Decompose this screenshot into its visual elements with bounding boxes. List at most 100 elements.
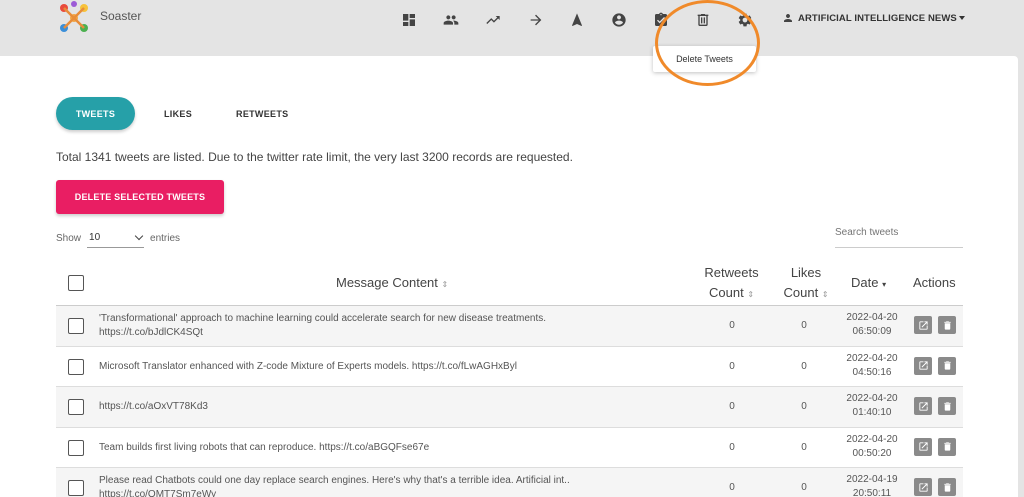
retweets-header-line1: Retweets [704, 265, 759, 280]
sort-desc-icon: ▾ [882, 280, 887, 289]
date-cell: 2022-04-19 20:50:11 [836, 473, 908, 497]
message-text: 'Transformational' approach to machine l… [99, 313, 547, 324]
dashboard-icon[interactable] [400, 11, 418, 29]
table-row: Microsoft Translator enhanced with Z-cod… [56, 347, 963, 387]
delete-row-icon[interactable] [938, 437, 956, 456]
person-icon [784, 14, 792, 22]
table-row: Please read Chatbots could one day repla… [56, 468, 963, 497]
trending-up-icon[interactable] [484, 11, 502, 29]
main-card: TWEETS LIKES RETWEETS Total 1341 tweets … [0, 56, 1018, 497]
sort-icon: ⇕ [821, 290, 829, 299]
message-cell: Microsoft Translator enhanced with Z-cod… [99, 360, 659, 374]
tweets-table: Message Content ⇕ Retweets Count ⇕ Likes… [56, 259, 963, 497]
date-header[interactable]: Date ▾ [851, 273, 886, 295]
open-external-icon[interactable] [914, 397, 932, 415]
date-cell: 2022-04-20 00:50:20 [836, 433, 908, 461]
likes-count: 0 [801, 360, 807, 372]
likes-count: 0 [801, 441, 807, 453]
message-text: Please read Chatbots could one day repla… [99, 475, 570, 486]
retweets-count: 0 [729, 401, 735, 412]
brand-name: Soaster [100, 9, 142, 23]
date-cell: 2022-04-20 04:50:16 [836, 352, 908, 380]
date-time: 20:50:11 [852, 488, 892, 497]
date-time: 04:50:16 [852, 366, 892, 378]
table-row: Team builds first living robots that can… [56, 428, 963, 468]
table-row: https://t.co/aOxVT78Kd3 0 0 2022-04-20 0… [56, 387, 963, 428]
row-checkbox[interactable] [68, 318, 84, 334]
navigation-icon[interactable] [568, 11, 586, 29]
open-external-icon[interactable] [914, 437, 932, 456]
date-day: 2022-04-20 [846, 433, 898, 445]
likes-header[interactable]: Likes Count ⇕ [781, 263, 831, 305]
sort-icon: ⇕ [441, 280, 449, 289]
show-label: Show [56, 232, 82, 244]
date-time: 00:50:20 [852, 447, 892, 459]
tab-retweets[interactable]: RETWEETS [236, 109, 288, 119]
row-checkbox[interactable] [68, 399, 84, 415]
entries-label: entries [150, 232, 181, 244]
message-header[interactable]: Message Content ⇕ [336, 273, 448, 295]
open-external-icon[interactable] [914, 356, 932, 375]
retweets-count: 0 [729, 320, 735, 331]
likes-count: 0 [801, 401, 807, 412]
message-cell: Team builds first living robots that can… [99, 441, 659, 455]
length-menu: Show 10 entries [56, 228, 180, 248]
message-header-label: Message Content [336, 275, 438, 290]
likes-count: 0 [801, 320, 807, 331]
likes-header-line2: Count [783, 285, 819, 300]
likes-count: 0 [801, 482, 807, 493]
message-cell: 'Transformational' approach to machine l… [99, 312, 659, 340]
delete-row-icon[interactable] [938, 356, 956, 375]
tweets-summary: Total 1341 tweets are listed. Due to the… [56, 150, 573, 164]
tab-tweets[interactable]: TWEETS [56, 97, 135, 130]
row-checkbox[interactable] [68, 439, 84, 456]
tab-likes[interactable]: LIKES [164, 109, 192, 119]
arrow-forward-icon[interactable] [527, 11, 545, 29]
entries-select[interactable]: 10 [87, 228, 145, 248]
account-label: ARTIFICIAL INTELLIGENCE NEWS [798, 12, 957, 24]
retweets-count: 0 [729, 360, 735, 372]
tab-bar: TWEETS LIKES RETWEETS [56, 97, 288, 130]
date-day: 2022-04-20 [846, 352, 898, 364]
highlight-circle [655, 0, 760, 86]
message-cell: https://t.co/aOxVT78Kd3 [99, 400, 659, 414]
caret-down-icon [958, 16, 965, 20]
row-checkbox[interactable] [68, 358, 84, 375]
open-external-icon[interactable] [914, 316, 932, 334]
select-all-checkbox[interactable] [68, 275, 84, 291]
delete-row-icon[interactable] [938, 397, 956, 415]
retweets-count: 0 [729, 482, 735, 493]
retweets-header-line2: Count [708, 285, 744, 300]
actions-header: Actions [913, 275, 956, 290]
soaster-logo[interactable] [56, 1, 92, 35]
likes-header-line1: Likes [790, 265, 822, 280]
chevron-down-icon [134, 231, 144, 241]
message-link[interactable]: https://t.co/OMT7Sm7eWy [99, 488, 659, 497]
search-input[interactable] [835, 227, 963, 238]
people-icon[interactable] [442, 11, 460, 29]
search-box [835, 227, 963, 248]
account-circle-icon[interactable] [610, 11, 628, 29]
account-menu[interactable]: ARTIFICIAL INTELLIGENCE NEWS [782, 12, 965, 24]
date-time: 01:40:10 [852, 407, 892, 418]
sort-icon: ⇕ [747, 290, 755, 299]
delete-row-icon[interactable] [938, 316, 956, 334]
row-checkbox[interactable] [68, 480, 84, 496]
date-cell: 2022-04-20 06:50:09 [836, 311, 908, 339]
date-time: 06:50:09 [852, 326, 892, 337]
date-day: 2022-04-19 [846, 474, 898, 485]
message-text: Microsoft Translator enhanced with Z-cod… [99, 360, 517, 372]
delete-row-icon[interactable] [938, 478, 956, 496]
message-text: Team builds first living robots that can… [99, 441, 430, 453]
message-link[interactable]: https://t.co/aOxVT78Kd3 [99, 400, 659, 414]
date-day: 2022-04-20 [846, 312, 898, 323]
entries-value: 10 [89, 232, 101, 243]
delete-selected-button[interactable]: DELETE SELECTED TWEETS [56, 180, 224, 214]
date-day: 2022-04-20 [846, 393, 898, 404]
message-cell: Please read Chatbots could one day repla… [99, 474, 659, 497]
message-link[interactable]: https://t.co/bJdlCK4SQt [99, 326, 659, 340]
retweets-header[interactable]: Retweets Count ⇕ [699, 263, 764, 305]
open-external-icon[interactable] [914, 478, 932, 496]
date-header-label: Date [851, 275, 879, 290]
table-row: 'Transformational' approach to machine l… [56, 306, 963, 347]
